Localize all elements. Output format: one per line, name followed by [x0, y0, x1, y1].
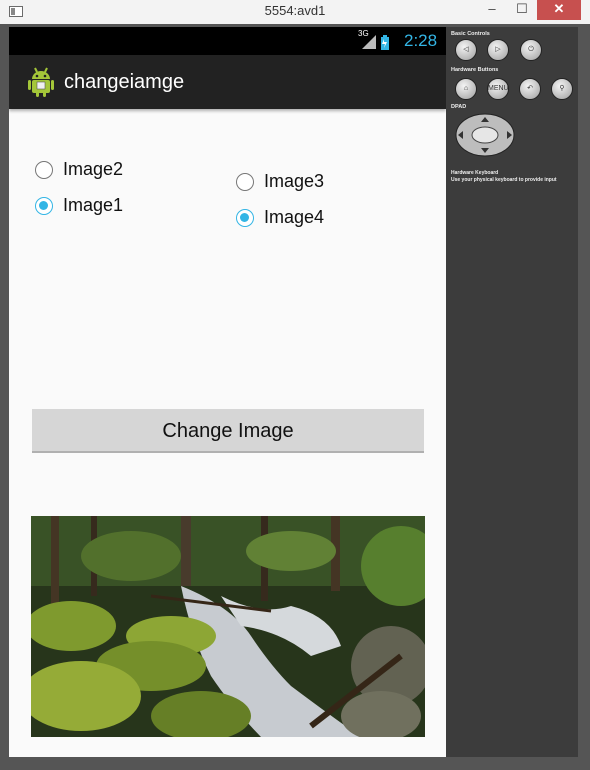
change-image-button[interactable]: Change Image [32, 409, 424, 453]
status-bar: 3G 2:28 [9, 27, 446, 55]
basic-controls-label: Basic Controls [451, 31, 490, 37]
radio-circle[interactable] [236, 172, 254, 191]
volume-up-button[interactable]: ▷ [487, 39, 509, 61]
radio-image1[interactable]: Image1 [35, 195, 123, 216]
keyboard-description: Use your physical keyboard to provide in… [451, 177, 557, 183]
clock: 2:28 [404, 31, 438, 50]
stream-photo [31, 516, 425, 737]
search-icon[interactable]: ⚲ [551, 78, 573, 100]
device-screen: 3G 2:28 changeiamge Image2 Image1 Image3 [9, 27, 446, 757]
radio-image4[interactable]: Image4 [236, 207, 324, 228]
menu-button[interactable]: MENU [487, 78, 509, 100]
radio-circle[interactable] [35, 160, 53, 179]
radio-label: Image4 [264, 207, 325, 227]
network-label: 3G [358, 29, 369, 38]
emulator-controls-panel: Basic Controls ◁ ▷ ⏻ Hardware Buttons ⌂ … [446, 27, 578, 757]
hardware-buttons-label: Hardware Buttons [451, 67, 499, 73]
keyboard-label: Hardware Keyboard [451, 170, 499, 176]
radio-image3[interactable]: Image3 [236, 171, 324, 192]
maximize-button[interactable]: ☐ [508, 0, 536, 20]
dpad-label: DPAD [451, 104, 467, 110]
app-title: changeiamge [64, 71, 185, 93]
volume-down-button[interactable]: ◁ [455, 39, 477, 61]
radio-label: Image3 [264, 171, 325, 191]
radio-image2[interactable]: Image2 [35, 159, 123, 180]
power-button[interactable]: ⏻ [520, 39, 542, 61]
action-bar: changeiamge [9, 55, 446, 109]
hardware-keyboard-note: Hardware Keyboard Use your physical keyb… [451, 170, 557, 184]
radio-label: Image2 [63, 159, 124, 179]
close-button[interactable]: ✕ [537, 0, 581, 20]
radio-label: Image1 [63, 195, 124, 215]
minimize-button[interactable]: – [478, 0, 506, 20]
radio-circle[interactable] [35, 196, 53, 215]
home-button[interactable]: ⌂ [455, 78, 477, 100]
android-app-icon [28, 67, 54, 97]
back-button[interactable]: ↶ [519, 78, 541, 100]
dpad-control[interactable] [454, 112, 516, 158]
window-titlebar: 5554:avd1 – ☐ ✕ [0, 0, 590, 25]
radio-circle[interactable] [236, 208, 254, 227]
